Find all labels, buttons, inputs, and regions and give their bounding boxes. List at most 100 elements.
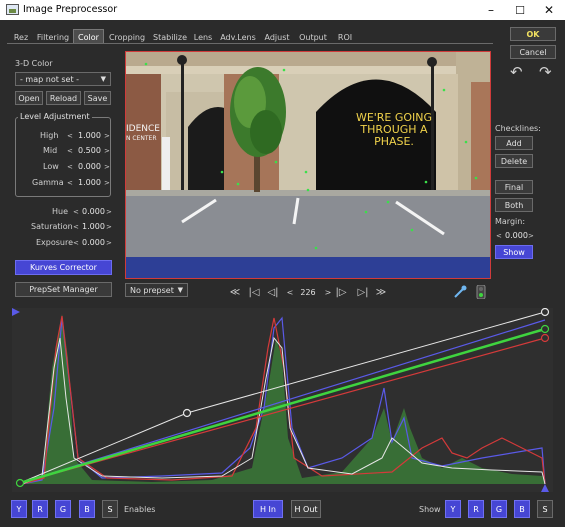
color-map-select[interactable]: - map not set - ▼ [15, 72, 111, 86]
prepset-manager-button[interactable]: PrepSet Manager [15, 282, 112, 297]
margin-label: Margin: [495, 217, 526, 226]
show-checklines-button[interactable]: Show [495, 245, 533, 259]
enable-channel-b[interactable]: B [79, 500, 95, 518]
store-line2: N CENTER [126, 135, 157, 142]
exposure-decrease[interactable]: < [73, 239, 79, 247]
maximize-icon[interactable]: ☐ [505, 0, 535, 20]
hue-decrease[interactable]: < [73, 208, 79, 216]
tab-rez[interactable]: Rez [11, 31, 31, 43]
enable-channel-y[interactable]: Y [11, 500, 27, 518]
level-low-value[interactable]: 0.000 [78, 162, 101, 171]
hue-value[interactable]: 0.000 [82, 207, 105, 216]
show-channel-s[interactable]: S [537, 500, 553, 518]
tab-cropping[interactable]: Cropping [108, 31, 146, 43]
tab-stabilize[interactable]: Stabilize [152, 31, 188, 43]
tab-adjust[interactable]: Adjust [263, 31, 291, 43]
level-high-label: High [40, 131, 59, 140]
level-mid-increase[interactable]: > [104, 147, 110, 155]
enables-label: Enables [124, 505, 156, 514]
tab-advlens[interactable]: Adv.Lens [220, 31, 256, 43]
tab-roi[interactable]: ROI [335, 31, 355, 43]
prepset-value: No prepset [130, 285, 174, 295]
start-icon[interactable]: |◁ [247, 285, 261, 299]
margin-decrease[interactable]: < [496, 232, 502, 240]
first-frame-icon[interactable]: ≪ [228, 285, 242, 299]
enable-channel-r[interactable]: R [32, 500, 48, 518]
show-label: Show [419, 505, 441, 514]
margin-increase[interactable]: > [528, 232, 534, 240]
hue-label: Hue [52, 207, 69, 216]
final-button[interactable]: Final [495, 180, 533, 194]
show-channel-b[interactable]: B [514, 500, 530, 518]
open-button[interactable]: Open [15, 91, 43, 105]
margin-value[interactable]: 0.000 [505, 231, 528, 240]
level-gamma-increase[interactable]: > [104, 179, 110, 187]
h-in-button[interactable]: H In [253, 500, 283, 518]
image-preview[interactable]: WE'RE GOING THROUGH A PHASE. IDENCE N CE… [125, 51, 491, 279]
delete-checkline-button[interactable]: Delete [495, 154, 533, 168]
histogram-graph[interactable] [12, 307, 553, 492]
level-mid-value[interactable]: 0.500 [78, 146, 101, 155]
sign-text: WE'RE GOING THROUGH A PHASE. [344, 112, 444, 148]
close-icon[interactable]: ✕ [534, 0, 564, 20]
level-low-decrease[interactable]: < [67, 163, 73, 171]
level-gamma-label: Gamma [32, 178, 64, 187]
hue-increase[interactable]: > [106, 208, 112, 216]
level-gamma-value[interactable]: 1.000 [78, 178, 101, 187]
color3d-label: 3-D Color [15, 59, 53, 68]
enable-channel-g[interactable]: G [55, 500, 71, 518]
exposure-increase[interactable]: > [106, 239, 112, 247]
cancel-button[interactable]: Cancel [510, 45, 556, 59]
next-keyframe-icon[interactable]: |▷ [334, 285, 348, 299]
redo-icon[interactable]: ↷ [539, 63, 552, 81]
show-channel-y[interactable]: Y [445, 500, 461, 518]
preview-image [126, 52, 490, 278]
saturation-label: Saturation [31, 222, 73, 231]
level-high-increase[interactable]: > [104, 132, 110, 140]
level-low-increase[interactable]: > [104, 163, 110, 171]
chevron-down-icon: ▼ [100, 75, 106, 83]
tab-color[interactable]: Color [73, 29, 104, 44]
saturation-increase[interactable]: > [106, 223, 112, 231]
undo-icon[interactable]: ↶ [510, 63, 523, 81]
show-channel-g[interactable]: G [491, 500, 507, 518]
reload-button[interactable]: Reload [46, 91, 81, 105]
frame-number[interactable]: 226 [297, 285, 319, 299]
h-out-button[interactable]: H Out [291, 500, 321, 518]
end-icon[interactable]: ▷| [356, 285, 370, 299]
eyedropper-icon[interactable] [452, 284, 468, 300]
sign-line2: THROUGH A PHASE. [360, 123, 428, 148]
store-sign: IDENCE N CENTER [126, 124, 160, 144]
exposure-label: Exposure [36, 238, 74, 247]
level-low-label: Low [43, 162, 59, 171]
ok-button[interactable]: OK [510, 27, 556, 41]
prev-frame-icon[interactable]: < [283, 285, 297, 299]
saturation-decrease[interactable]: < [73, 223, 79, 231]
level-gamma-decrease[interactable]: < [67, 179, 73, 187]
minimize-icon[interactable]: – [476, 0, 506, 20]
last-frame-icon[interactable]: ≫ [374, 285, 388, 299]
kurves-corrector-button[interactable]: Kurves Corrector [15, 260, 112, 275]
show-channel-r[interactable]: R [468, 500, 484, 518]
level-adjustment-title: Level Adjustment [18, 112, 92, 121]
prev-keyframe-icon[interactable]: ◁| [266, 285, 280, 299]
prepset-select[interactable]: No prepset ▼ [125, 283, 188, 297]
enable-channel-s[interactable]: S [102, 500, 118, 518]
next-frame-icon[interactable]: > [321, 285, 335, 299]
add-checkline-button[interactable]: Add [495, 136, 533, 150]
store-line1: IDENCE [126, 124, 160, 134]
window-title: Image Preprocessor [23, 4, 118, 15]
level-mid-label: Mid [43, 146, 58, 155]
level-high-value[interactable]: 1.000 [78, 131, 101, 140]
both-button[interactable]: Both [495, 198, 533, 212]
tab-output[interactable]: Output [297, 31, 329, 43]
traffic-light-icon[interactable] [476, 284, 486, 300]
level-high-decrease[interactable]: < [67, 132, 73, 140]
tab-filtering[interactable]: Filtering [36, 31, 70, 43]
level-mid-decrease[interactable]: < [67, 147, 73, 155]
saturation-value[interactable]: 1.000 [82, 222, 105, 231]
tab-lens[interactable]: Lens [193, 31, 213, 43]
color-map-value: - map not set - [20, 74, 80, 84]
exposure-value[interactable]: 0.000 [82, 238, 105, 247]
save-button[interactable]: Save [84, 91, 111, 105]
